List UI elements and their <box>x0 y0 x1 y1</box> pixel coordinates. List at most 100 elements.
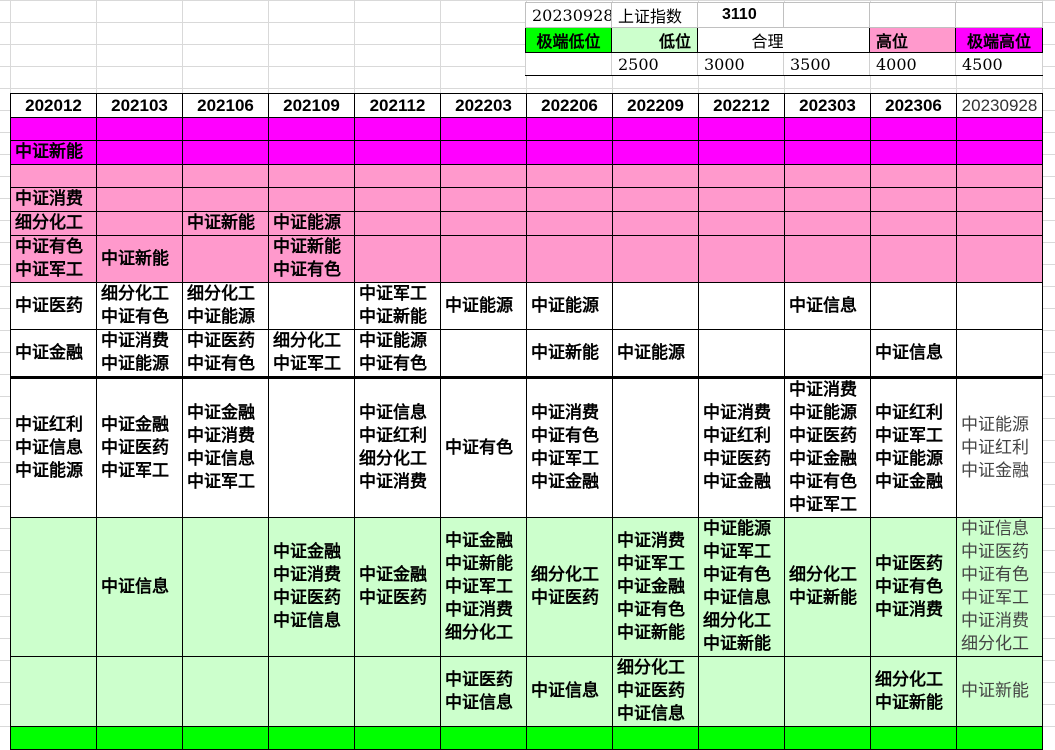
table-cell[interactable] <box>698 187 785 212</box>
table-cell[interactable] <box>956 187 1043 212</box>
table-cell[interactable] <box>956 140 1043 165</box>
table-cell[interactable] <box>354 211 441 236</box>
table-cell[interactable] <box>526 117 613 141</box>
column-header[interactable]: 202206 <box>526 93 613 118</box>
table-cell[interactable]: 中证消费 中证红利 中证医药 中证金融 <box>698 376 785 518</box>
table-cell[interactable]: 中证医药 中证信息 <box>440 656 527 727</box>
table-cell[interactable] <box>870 140 957 165</box>
table-cell[interactable]: 中证消费 中证能源 <box>96 329 183 378</box>
column-header[interactable]: 202103 <box>96 93 183 118</box>
zone-reasonable-2[interactable] <box>783 27 870 53</box>
empty-cell[interactable] <box>869 2 956 28</box>
table-cell[interactable] <box>10 517 97 657</box>
table-cell[interactable] <box>870 282 957 330</box>
table-cell[interactable] <box>956 726 1043 750</box>
table-cell[interactable]: 中证军工 中证新能 <box>354 282 441 330</box>
table-cell[interactable] <box>354 726 441 750</box>
table-cell[interactable] <box>956 235 1043 283</box>
table-cell[interactable] <box>440 117 527 141</box>
table-cell[interactable] <box>698 656 785 727</box>
table-cell[interactable] <box>784 164 871 188</box>
column-header[interactable]: 202209 <box>612 93 699 118</box>
table-cell[interactable]: 中证有色 <box>440 376 527 518</box>
table-cell[interactable] <box>612 376 699 518</box>
table-cell[interactable] <box>354 656 441 727</box>
table-cell[interactable] <box>784 656 871 727</box>
table-cell[interactable]: 中证金融 中证新能 中证军工 中证消费 细分化工 <box>440 517 527 657</box>
table-cell[interactable] <box>96 140 183 165</box>
table-cell[interactable] <box>956 282 1043 330</box>
table-cell[interactable]: 细分化工 中证有色 <box>96 282 183 330</box>
empty-cell[interactable] <box>955 2 1043 28</box>
threshold-4[interactable]: 4000 <box>869 52 956 76</box>
table-cell[interactable] <box>96 726 183 750</box>
table-cell[interactable] <box>440 235 527 283</box>
table-cell[interactable] <box>698 117 785 141</box>
table-cell[interactable] <box>612 164 699 188</box>
table-cell[interactable] <box>784 211 871 236</box>
table-cell[interactable] <box>698 329 785 378</box>
table-cell[interactable]: 中证能源 <box>612 329 699 378</box>
index-value[interactable]: 3110 <box>697 2 784 28</box>
table-cell[interactable] <box>698 211 785 236</box>
table-cell[interactable] <box>526 235 613 283</box>
table-cell[interactable] <box>612 726 699 750</box>
zone-low[interactable]: 低位 <box>611 27 698 53</box>
table-cell[interactable] <box>268 117 355 141</box>
table-cell[interactable] <box>10 726 97 750</box>
table-cell[interactable] <box>354 164 441 188</box>
table-cell[interactable] <box>354 187 441 212</box>
table-cell[interactable]: 中证能源 <box>440 282 527 330</box>
table-cell[interactable] <box>784 140 871 165</box>
table-cell[interactable] <box>182 187 269 212</box>
table-cell[interactable] <box>956 117 1043 141</box>
table-cell[interactable]: 中证金融 中证医药 中证军工 <box>96 376 183 518</box>
table-cell[interactable] <box>870 117 957 141</box>
table-cell[interactable] <box>612 211 699 236</box>
column-header[interactable]: 20230928 <box>956 93 1043 118</box>
table-cell[interactable]: 细分化工 中证新能 <box>784 517 871 657</box>
column-header[interactable]: 202303 <box>784 93 871 118</box>
table-cell[interactable] <box>96 656 183 727</box>
empty-cell[interactable] <box>783 2 870 28</box>
table-cell[interactable] <box>182 117 269 141</box>
table-cell[interactable]: 细分化工 中证新能 <box>870 656 957 727</box>
threshold-0[interactable] <box>525 52 612 76</box>
table-cell[interactable]: 中证医药 <box>10 282 97 330</box>
table-cell[interactable] <box>182 726 269 750</box>
table-cell[interactable]: 中证金融 中证消费 中证信息 中证军工 <box>182 376 269 518</box>
table-cell[interactable]: 中证新能 中证有色 <box>268 235 355 283</box>
column-header[interactable]: 202106 <box>182 93 269 118</box>
table-cell[interactable] <box>698 164 785 188</box>
table-cell[interactable]: 中证能源 中证红利 中证金融 <box>956 376 1043 518</box>
table-cell[interactable]: 中证医药 中证有色 <box>182 329 269 378</box>
table-cell[interactable] <box>956 329 1043 378</box>
table-cell[interactable]: 中证能源 <box>526 282 613 330</box>
table-cell[interactable]: 中证金融 <box>10 329 97 378</box>
table-cell[interactable] <box>698 140 785 165</box>
table-cell[interactable] <box>440 164 527 188</box>
table-cell[interactable] <box>698 282 785 330</box>
table-cell[interactable] <box>612 235 699 283</box>
table-cell[interactable]: 中证能源 <box>268 211 355 236</box>
table-cell[interactable]: 中证能源 中证军工 中证有色 中证信息 细分化工 中证新能 <box>698 517 785 657</box>
table-cell[interactable] <box>268 282 355 330</box>
table-cell[interactable] <box>182 164 269 188</box>
table-cell[interactable] <box>612 187 699 212</box>
table-cell[interactable]: 中证消费 中证军工 中证金融 中证有色 中证新能 <box>612 517 699 657</box>
table-cell[interactable] <box>268 164 355 188</box>
table-cell[interactable] <box>96 117 183 141</box>
zone-extreme-low[interactable]: 极端低位 <box>525 27 612 53</box>
column-header[interactable]: 202109 <box>268 93 355 118</box>
table-cell[interactable] <box>440 726 527 750</box>
table-cell[interactable] <box>956 164 1043 188</box>
table-cell[interactable] <box>182 140 269 165</box>
table-cell[interactable] <box>870 164 957 188</box>
table-cell[interactable]: 中证信息 中证红利 细分化工 中证消费 <box>354 376 441 518</box>
table-cell[interactable]: 中证新能 <box>956 656 1043 727</box>
table-cell[interactable]: 中证红利 中证军工 中证能源 中证金融 <box>870 376 957 518</box>
table-cell[interactable] <box>526 726 613 750</box>
table-cell[interactable]: 细分化工 中证军工 <box>268 329 355 378</box>
table-cell[interactable] <box>870 235 957 283</box>
table-cell[interactable]: 中证信息 <box>96 517 183 657</box>
